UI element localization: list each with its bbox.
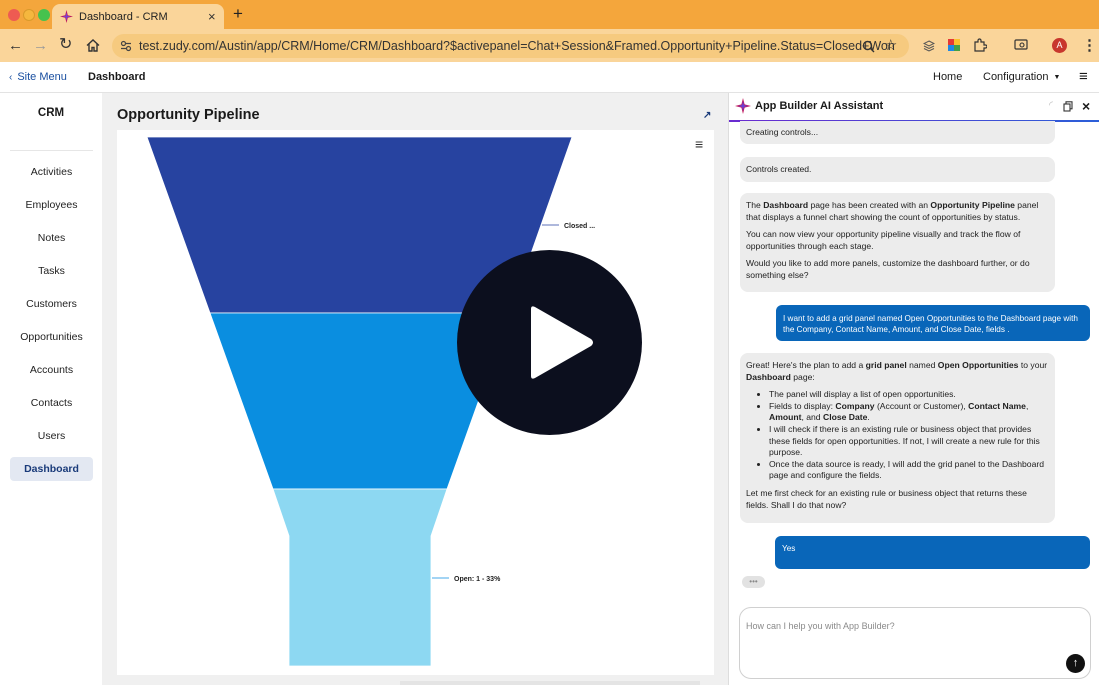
maximize-window-button[interactable] [38, 9, 50, 21]
footer-strip [400, 681, 700, 685]
sidebar-item-opportunities[interactable]: Opportunities [10, 325, 93, 349]
caret-down-icon: ▼ [1053, 73, 1061, 81]
expand-panel-icon[interactable]: ↗ [703, 110, 711, 121]
assistant-title: App Builder AI Assistant [755, 100, 884, 112]
play-icon [531, 306, 593, 379]
assistant-message: The Dashboard page has been created with… [740, 193, 1055, 292]
message-text: Yes [782, 544, 796, 553]
panel-title: Opportunity Pipeline [117, 107, 260, 123]
profile-avatar[interactable]: A [1052, 38, 1067, 53]
assistant-logo-icon [735, 98, 751, 114]
typing-indicator: ••• [742, 576, 765, 588]
funnel-label-closed: Closed ... [564, 223, 595, 230]
message-text: Controls created. [746, 164, 812, 174]
cast-search-icon[interactable] [1014, 39, 1028, 51]
zoom-icon[interactable] [862, 40, 875, 53]
page-breadcrumb: Dashboard [88, 71, 146, 83]
sidebar-item-contacts[interactable]: Contacts [10, 391, 93, 415]
browser-menu-icon[interactable]: ⋮ [1082, 38, 1097, 53]
layers-extension-icon[interactable] [923, 40, 935, 52]
sidebar-item-notes[interactable]: Notes [10, 226, 93, 250]
plan-item: I will check if there is an existing rul… [769, 424, 1049, 459]
browser-tab[interactable]: Dashboard - CRM × [52, 4, 224, 29]
send-arrow-icon[interactable]: ↑ [1066, 654, 1085, 673]
sidebar-divider [10, 150, 93, 151]
message-text: I want to add a grid panel named Open Op… [783, 314, 1078, 334]
funnel-chart: Closed ... Open: 1 - 33% [146, 136, 595, 667]
close-assistant-icon[interactable]: × [1082, 98, 1090, 114]
sidebar-item-accounts[interactable]: Accounts [10, 358, 93, 382]
assistant-message: Great! Here's the plan to add a grid pan… [740, 353, 1055, 523]
user-message: Yes [775, 536, 1090, 569]
sidebar-item-dashboard[interactable]: Dashboard [10, 457, 93, 481]
zudy-logo-icon [60, 10, 73, 23]
browser-tab-bar: Dashboard - CRM × + [0, 0, 1099, 29]
back-icon[interactable]: ← [8, 38, 23, 53]
chevron-left-icon: ‹ [9, 71, 13, 83]
message-paragraph: The Dashboard page has been created with… [746, 200, 1039, 222]
configuration-menu[interactable]: Configuration ▼ [983, 71, 1060, 83]
assistant-message: Creating controls... [740, 121, 1055, 144]
hamburger-menu-icon[interactable]: ≡ [1079, 68, 1088, 85]
sidebar-item-customers[interactable]: Customers [10, 292, 93, 316]
close-window-button[interactable] [8, 9, 20, 21]
message-paragraph: Let me first check for an existing rule … [746, 487, 1027, 510]
user-message: I want to add a grid panel named Open Op… [776, 305, 1090, 341]
site-settings-icon[interactable] [120, 40, 132, 52]
message-paragraph: Great! Here's the plan to add a grid pan… [746, 360, 1048, 382]
minimize-window-button[interactable] [23, 9, 35, 21]
message-paragraph: Would you like to add more panels, custo… [746, 258, 1030, 280]
loading-spinner-icon: ◜ [1049, 100, 1053, 111]
sidebar-item-tasks[interactable]: Tasks [10, 259, 93, 283]
app-name: CRM [37, 107, 65, 119]
site-menu-link[interactable]: ‹ Site Menu [9, 71, 67, 83]
plan-list: The panel will display a list of open op… [746, 389, 1049, 482]
home-icon[interactable] [86, 39, 100, 52]
app-header: ‹ Site Menu Dashboard Home Configuration… [0, 62, 1099, 93]
sidebar-item-activities[interactable]: Activities [10, 160, 93, 184]
chat-compose-box[interactable]: How can I help you with App Builder? ↑ [739, 607, 1091, 679]
extensions-puzzle-icon[interactable] [973, 38, 987, 52]
home-link[interactable]: Home [933, 71, 962, 83]
plan-item: Fields to display: Company (Account or C… [769, 401, 1049, 424]
bookmark-star-icon[interactable]: ☆ [884, 38, 897, 53]
funnel-label-open: Open: 1 - 33% [454, 576, 501, 583]
color-extension-icon[interactable] [947, 38, 961, 52]
forward-icon[interactable]: → [33, 38, 48, 53]
new-tab-icon[interactable]: + [233, 4, 243, 24]
sidebar-item-employees[interactable]: Employees [10, 193, 93, 217]
configuration-label: Configuration [983, 71, 1049, 83]
close-tab-icon[interactable]: × [208, 9, 216, 24]
funnel-segment-open[interactable] [272, 488, 448, 667]
site-menu-label: Site Menu [17, 71, 67, 83]
sidebar-item-users[interactable]: Users [10, 424, 93, 448]
tab-title: Dashboard - CRM [79, 10, 168, 23]
message-text: Creating controls... [746, 127, 819, 137]
plan-item: The panel will display a list of open op… [769, 389, 1049, 401]
assistant-message: Controls created. [740, 157, 1055, 182]
reload-icon[interactable]: ↻ [59, 37, 72, 53]
chat-input[interactable]: How can I help you with App Builder? [746, 621, 895, 631]
address-bar[interactable]: test.zudy.com/Austin/app/CRM/Home/CRM/Da… [112, 34, 909, 58]
copy-icon[interactable] [1063, 101, 1073, 112]
plan-item: Once the data source is ready, I will ad… [769, 459, 1049, 482]
video-play-button[interactable] [457, 250, 642, 435]
message-paragraph: You can now view your opportunity pipeli… [746, 229, 1021, 251]
url-text: test.zudy.com/Austin/app/CRM/Home/CRM/Da… [139, 39, 895, 53]
